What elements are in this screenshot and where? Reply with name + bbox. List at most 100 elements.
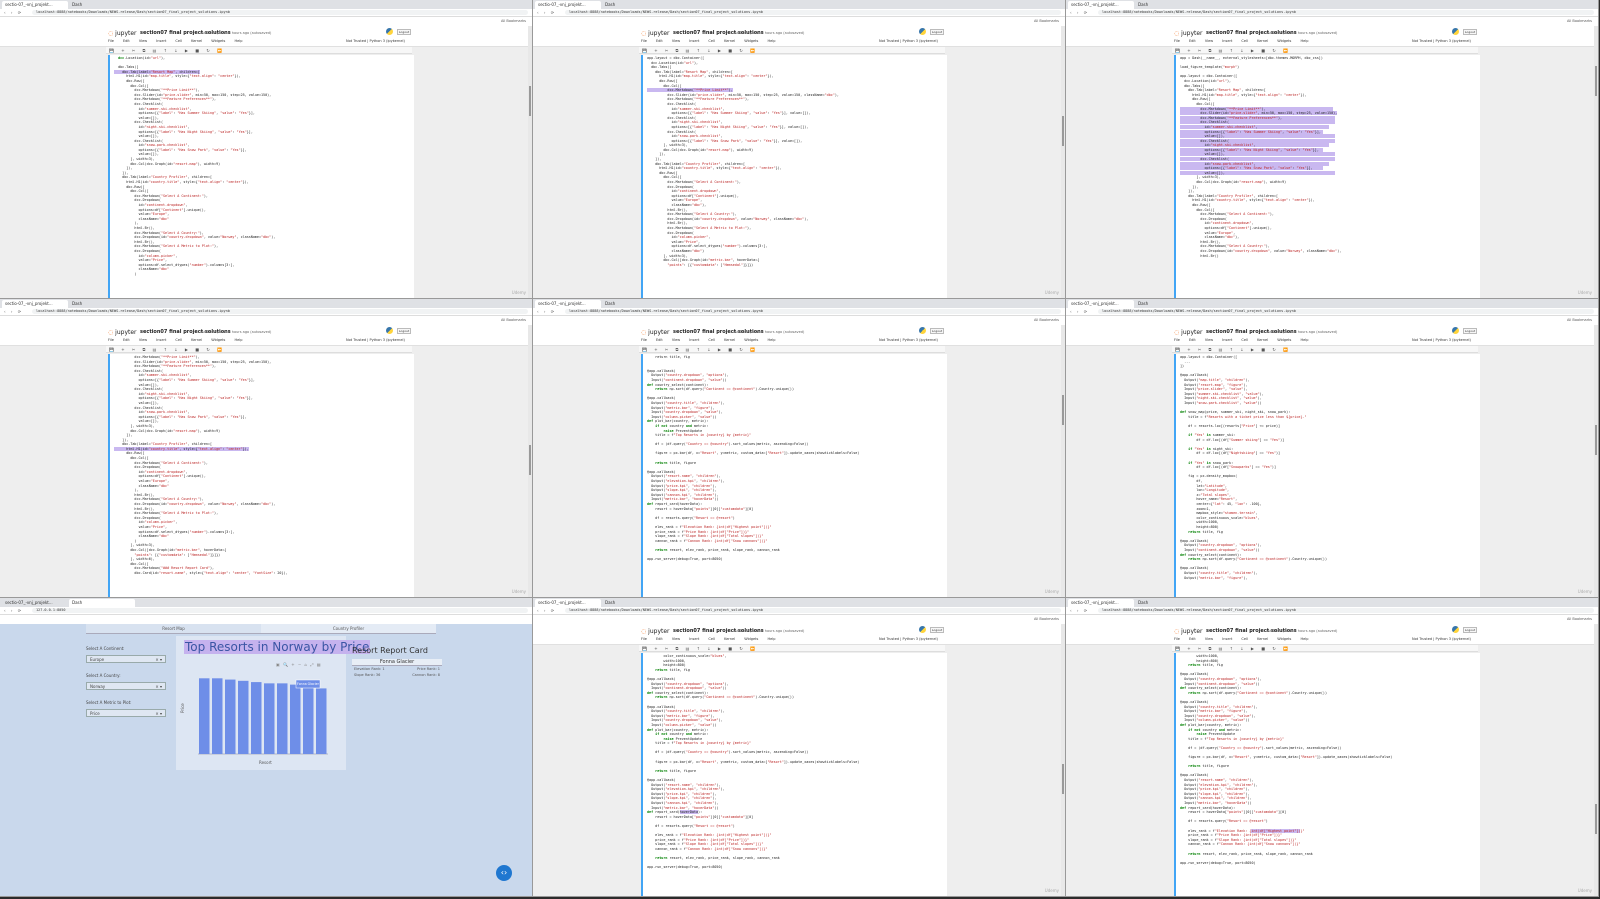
tab-notebook[interactable]: sectio-07_-vnj_projekt... xyxy=(1068,300,1134,308)
jupyter-logo[interactable]: ◌ jupyter xyxy=(641,628,670,635)
menu-bar[interactable]: File Edit View Insert Cell Kernel Widget… xyxy=(641,39,775,43)
back-forward-reload-icons[interactable]: ‹ › ⟳ xyxy=(4,608,32,613)
url-input[interactable]: localhost:8888/notebooks/Downloads/NEWS-… xyxy=(32,10,528,15)
tab-dash[interactable]: Dash xyxy=(69,1,135,9)
menu-bar[interactable]: File Edit View Insert Cell Kernel Widget… xyxy=(1174,39,1308,43)
tab-dash[interactable]: Dash xyxy=(602,300,668,308)
notebook-toolbar[interactable]: 💾 + ✂ ⧉ ▤ ↑ ↓ ▶ ■ ↻ ⏩ xyxy=(1172,645,1478,652)
back-forward-reload-icons[interactable]: ‹ › ⟳ xyxy=(4,309,32,314)
menu-bar[interactable]: File Edit View Insert Cell Kernel Widget… xyxy=(1174,338,1308,342)
notebook-toolbar[interactable]: 💾 + ✂ ⧉ ▤ ↑ ↓ ▶ ■ ↻ ⏩ xyxy=(639,346,945,353)
country-dropdown[interactable]: Norway × ▾ xyxy=(86,682,166,690)
back-forward-reload-icons[interactable]: ‹ › ⟳ xyxy=(537,10,565,15)
bookmarks-bar[interactable]: All Bookmarks xyxy=(533,17,1065,26)
scrollbar[interactable] xyxy=(1594,624,1598,896)
bar[interactable] xyxy=(199,678,210,754)
tab-dash[interactable]: Dash xyxy=(1135,1,1201,9)
url-input[interactable]: localhost:8888/notebooks/Downloads/NEWS-… xyxy=(565,10,1061,15)
tab-notebook[interactable]: sectio-07_-vnj_projekt... xyxy=(1068,1,1134,9)
jupyter-logo[interactable]: ◌ jupyter xyxy=(641,329,670,336)
tab-dash[interactable]: Dash xyxy=(69,599,135,607)
url-input[interactable]: localhost:8888/notebooks/Downloads/NEWS-… xyxy=(565,608,1061,613)
code-cell[interactable]: app.layout = dbc.Container([ dcc.Locatio… xyxy=(641,55,947,298)
logout-button[interactable]: Logout xyxy=(1463,328,1477,334)
tab-notebook[interactable]: sectio-07_-vnj_projekt... xyxy=(535,1,601,9)
bar[interactable] xyxy=(251,682,262,754)
logout-button[interactable]: Logout xyxy=(397,29,411,35)
scroll-thumb[interactable] xyxy=(1595,804,1597,834)
scrollbar[interactable] xyxy=(1061,325,1065,597)
bar[interactable] xyxy=(277,683,288,754)
scrollbar[interactable] xyxy=(1061,26,1065,298)
notebook-toolbar[interactable]: 💾 + ✂ ⧉ ▤ ↑ ↓ ▶ ■ ↻ ⏩ xyxy=(639,645,945,652)
logout-button[interactable]: Logout xyxy=(1463,29,1477,35)
jupyter-logo[interactable]: ◌ jupyter xyxy=(108,30,137,37)
bar[interactable] xyxy=(225,679,236,754)
menu-bar[interactable]: File Edit View Insert Cell Kernel Widget… xyxy=(641,637,775,641)
scrollbar[interactable] xyxy=(528,325,532,597)
code-cell[interactable]: width=1000, height=800) return title, fi… xyxy=(1174,653,1480,896)
logout-button[interactable]: Logout xyxy=(930,627,944,633)
metric-bar-chart[interactable]: ▣ 🔍 + − ⌂ ⤢ ▦ Price Resort Fonna Glacier xyxy=(176,636,346,770)
logout-button[interactable]: Logout xyxy=(930,328,944,334)
scroll-thumb[interactable] xyxy=(1062,764,1064,794)
code-cell[interactable]: return title, fig @app.callback( Output(… xyxy=(641,354,947,597)
notebook-toolbar[interactable]: 💾 + ✂ ⧉ ▤ ↑ ↓ ▶ ■ ↻ ⏩ xyxy=(1172,47,1478,54)
tab-dash[interactable]: Dash xyxy=(69,300,135,308)
bookmarks-bar[interactable]: All Bookmarks xyxy=(1066,615,1598,624)
tab-dash[interactable]: Dash xyxy=(1135,599,1201,607)
menu-bar[interactable]: File Edit View Insert Cell Kernel Widget… xyxy=(641,338,775,342)
scrollbar[interactable] xyxy=(1594,325,1598,597)
tab-resort-map[interactable]: Resort Map xyxy=(86,624,261,634)
scroll-thumb[interactable] xyxy=(1595,66,1597,96)
tab-notebook[interactable]: sectio-07_-vnj_projekt... xyxy=(2,1,68,9)
menu-bar[interactable]: File Edit View Insert Cell Kernel Widget… xyxy=(108,39,242,43)
code-cell[interactable]: app = Dash(__name__, external_stylesheet… xyxy=(1174,55,1480,298)
url-input[interactable]: localhost:8888/notebooks/Downloads/NEWS-… xyxy=(32,309,528,314)
code-cell[interactable]: dcc.Markdown("**Price Limit**"), dcc.Sli… xyxy=(108,354,414,597)
bookmarks-bar[interactable]: All Bookmarks xyxy=(1066,17,1598,26)
tab-country-profiler[interactable]: Country Profiler xyxy=(261,624,436,634)
plotly-modebar[interactable]: ▣ 🔍 + − ⌂ ⤢ ▦ xyxy=(276,662,322,667)
tab-notebook[interactable]: sectio-07_-vnj_projekt... xyxy=(535,599,601,607)
logout-button[interactable]: Logout xyxy=(930,29,944,35)
url-input[interactable]: localhost:8888/notebooks/Downloads/NEWS-… xyxy=(565,309,1061,314)
back-forward-reload-icons[interactable]: ‹ › ⟳ xyxy=(1070,608,1098,613)
jupyter-logo[interactable]: ◌ jupyter xyxy=(641,30,670,37)
continent-dropdown[interactable]: Europe × ▾ xyxy=(86,655,166,663)
scroll-thumb[interactable] xyxy=(1595,425,1597,455)
bar[interactable] xyxy=(238,680,249,754)
back-forward-reload-icons[interactable]: ‹ › ⟳ xyxy=(4,10,32,15)
notebook-toolbar[interactable]: 💾 + ✂ ⧉ ▤ ↑ ↓ ▶ ■ ↻ ⏩ xyxy=(106,47,412,54)
tab-notebook[interactable]: sectio-07_-vnj_projekt... xyxy=(535,300,601,308)
scrollbar[interactable] xyxy=(528,26,532,298)
scrollbar[interactable] xyxy=(1594,26,1598,298)
tab-dash[interactable]: Dash xyxy=(1135,300,1201,308)
menu-bar[interactable]: File Edit View Insert Cell Kernel Widget… xyxy=(1174,637,1308,641)
scroll-thumb[interactable] xyxy=(529,445,531,475)
bookmarks-bar[interactable]: All Bookmarks xyxy=(0,17,532,26)
tab-notebook[interactable]: sectio-07_-vnj_projekt... xyxy=(2,300,68,308)
metric-dropdown[interactable]: Price × ▾ xyxy=(86,709,166,717)
tab-notebook[interactable]: sectio-07_-vnj_projekt... xyxy=(2,599,68,607)
bookmarks-bar[interactable]: All Bookmarks xyxy=(533,615,1065,624)
bar[interactable] xyxy=(264,683,275,754)
jupyter-logo[interactable]: ◌ jupyter xyxy=(108,329,137,336)
back-forward-reload-icons[interactable]: ‹ › ⟳ xyxy=(537,608,565,613)
logout-button[interactable]: Logout xyxy=(1463,627,1477,633)
back-forward-reload-icons[interactable]: ‹ › ⟳ xyxy=(537,309,565,314)
notebook-toolbar[interactable]: 💾 + ✂ ⧉ ▤ ↑ ↓ ▶ ■ ↻ ⏩ xyxy=(639,47,945,54)
url-input[interactable]: localhost:8888/notebooks/Downloads/NEWS-… xyxy=(1098,608,1594,613)
scroll-thumb[interactable] xyxy=(1062,395,1064,425)
bar[interactable] xyxy=(212,678,223,754)
notebook-toolbar[interactable]: 💾 + ✂ ⧉ ▤ ↑ ↓ ▶ ■ ↻ ⏩ xyxy=(1172,346,1478,353)
bar[interactable] xyxy=(303,687,314,754)
url-input[interactable]: localhost:8888/notebooks/Downloads/NEWS-… xyxy=(1098,10,1594,15)
menu-bar[interactable]: File Edit View Insert Cell Kernel Widget… xyxy=(108,338,242,342)
scroll-thumb[interactable] xyxy=(1062,116,1064,146)
navigate-button[interactable]: ‹› xyxy=(496,865,512,881)
tab-notebook[interactable]: sectio-07_-vnj_projekt... xyxy=(1068,599,1134,607)
back-forward-reload-icons[interactable]: ‹ › ⟳ xyxy=(1070,10,1098,15)
back-forward-reload-icons[interactable]: ‹ › ⟳ xyxy=(1070,309,1098,314)
tab-dash[interactable]: Dash xyxy=(602,1,668,9)
